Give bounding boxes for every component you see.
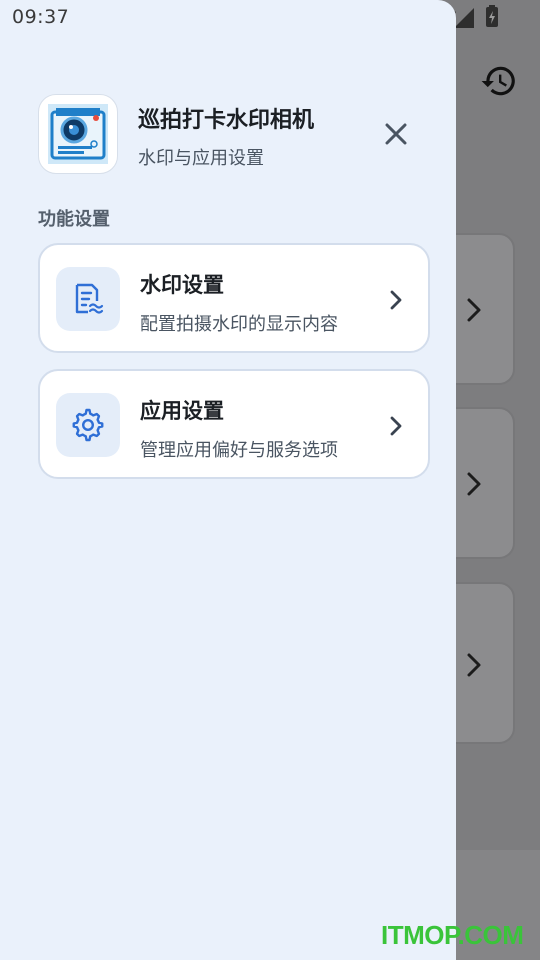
history-icon [481, 66, 515, 96]
app-subtitle: 水印与应用设置 [138, 148, 264, 169]
app-settings-item[interactable]: 应用设置 管理应用偏好与服务选项 [38, 369, 430, 479]
app-logo [38, 94, 118, 174]
chevron-right-icon [467, 298, 481, 322]
chevron-right-icon [390, 416, 402, 436]
status-time: 09:37 [12, 6, 70, 28]
watermark-settings-item[interactable]: 水印设置 配置拍摄水印的显示内容 [38, 243, 430, 353]
signal-icon [454, 8, 474, 28]
watermark-doc-icon [75, 283, 104, 314]
gear-icon [72, 408, 104, 442]
chevron-right-icon [390, 290, 402, 310]
gear-icon-tile [56, 393, 120, 457]
item-subtitle: 管理应用偏好与服务选项 [140, 440, 338, 461]
close-icon[interactable] [380, 118, 412, 150]
watermark-icon-tile [56, 267, 120, 331]
item-title: 应用设置 [140, 399, 224, 423]
section-label: 功能设置 [38, 209, 110, 230]
chevron-right-icon [467, 653, 481, 677]
item-subtitle: 配置拍摄水印的显示内容 [140, 314, 338, 335]
item-title: 水印设置 [140, 273, 224, 297]
camera-logo-icon [48, 104, 108, 164]
site-watermark: ITMOP.COM [381, 920, 524, 950]
chevron-right-icon [467, 472, 481, 496]
settings-drawer: 09:37 巡拍打卡水印相机 水印与应用设置 功能设置 水印设置 配置拍摄水印的… [0, 0, 456, 960]
app-title: 巡拍打卡水印相机 [138, 108, 315, 133]
